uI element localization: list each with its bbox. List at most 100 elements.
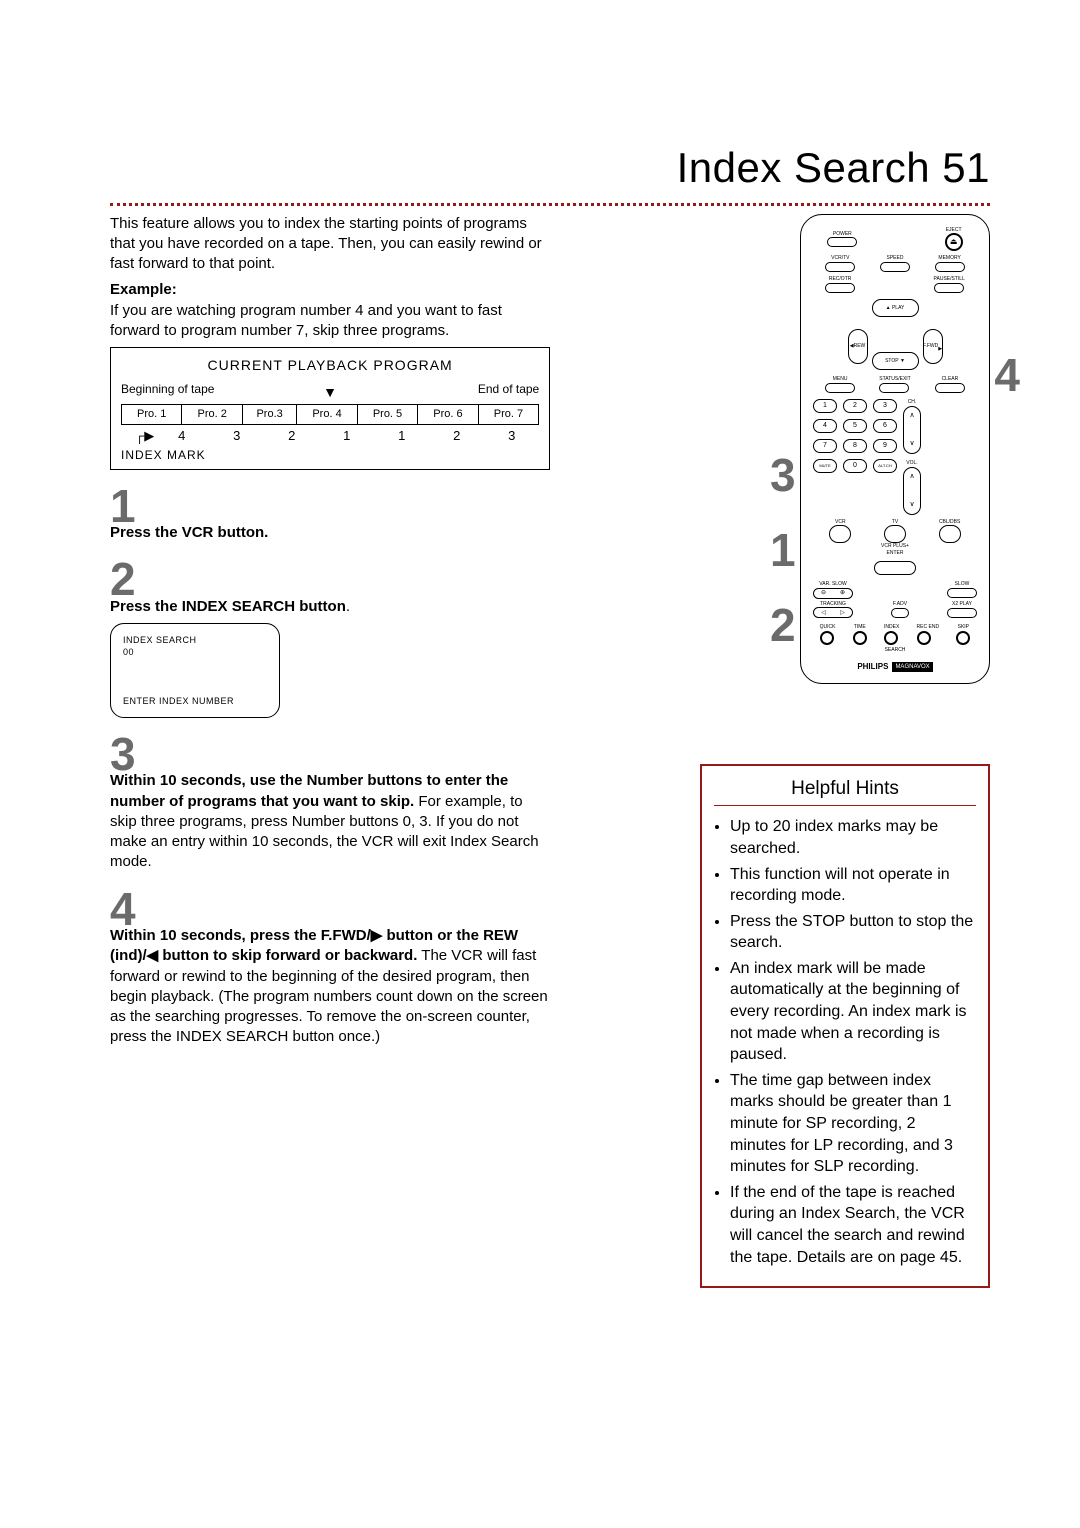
x2play-button[interactable] [947, 608, 977, 618]
slow-label: SLOW [947, 581, 977, 588]
callout-4: 4 [994, 344, 1020, 406]
hints-title: Helpful Hints [714, 772, 976, 807]
stop-label: STOP [885, 358, 899, 365]
tv-screen: INDEX SEARCH 00 ENTER INDEX NUMBER [110, 623, 280, 718]
num-3[interactable]: 3 [873, 399, 897, 413]
fadv-button[interactable] [891, 608, 909, 618]
speed-button[interactable] [880, 262, 910, 272]
prog-cell: Pro.3 [242, 405, 296, 425]
vcrplus-label: VCR PLUS+ ENTER [874, 543, 916, 557]
hint-item: The time gap between index marks should … [730, 1070, 980, 1178]
vol-rocker[interactable]: ∧∨ [903, 467, 921, 515]
prog-cell: Pro. 1 [122, 405, 182, 425]
power-label: POWER [827, 231, 857, 238]
clear-button[interactable] [935, 383, 965, 393]
ffwd-label: F.FWD [923, 343, 938, 350]
vcrtv-button[interactable] [825, 262, 855, 272]
pausestill-label: PAUSE/STILL [934, 276, 965, 283]
num-4[interactable]: 4 [813, 419, 837, 433]
num-0[interactable]: 0 [843, 459, 867, 473]
eject-label: EJECT [945, 227, 963, 234]
num-5[interactable]: 5 [843, 419, 867, 433]
quick-button[interactable] [820, 631, 834, 645]
hint-item: Press the STOP button to stop the search… [730, 911, 980, 954]
brand-philips: PHILIPS [857, 662, 888, 673]
index-button[interactable] [884, 631, 898, 645]
play-button[interactable]: ▲ PLAY [872, 299, 919, 317]
mark: 1 [319, 427, 374, 445]
recotr-button[interactable] [825, 283, 855, 293]
altch-button[interactable]: ALT.CH [873, 459, 897, 473]
varslow-button[interactable]: ⊖⊕ [813, 588, 853, 599]
hints-list: Up to 20 index marks may be searched. Th… [702, 810, 988, 1286]
power-button[interactable] [827, 237, 857, 247]
num-8[interactable]: 8 [843, 439, 867, 453]
hint-item: An index mark will be made automatically… [730, 958, 980, 1066]
vcr-label: VCR [829, 519, 851, 526]
mark: 4 [154, 427, 209, 445]
slow-button[interactable] [947, 588, 977, 598]
num-6[interactable]: 6 [873, 419, 897, 433]
tape-begin: Beginning of tape [121, 381, 214, 397]
num-1[interactable]: 1 [813, 399, 837, 413]
vcr-button[interactable] [829, 525, 851, 543]
tv-button[interactable] [884, 525, 906, 543]
skip-label: SKIP [956, 624, 970, 631]
callout-3: 3 [770, 444, 796, 506]
prog-cell: Pro. 5 [357, 405, 417, 425]
index-mark-label: INDEX MARK [121, 447, 539, 463]
recend-button[interactable] [917, 631, 931, 645]
prog-cell: Pro. 2 [182, 405, 242, 425]
dpad: ▲ PLAY STOP ▼ ◀REW F.FWD▶ [848, 299, 943, 370]
clear-label: CLEAR [935, 376, 965, 383]
tv-line1: INDEX SEARCH [123, 634, 267, 646]
page-number: 51 [942, 144, 990, 191]
menu-button[interactable] [825, 383, 855, 393]
vcrplus-button[interactable] [874, 561, 916, 575]
prog-cell: Pro. 7 [478, 405, 539, 425]
fadv-label: F.ADV [891, 601, 909, 608]
time-button[interactable] [853, 631, 867, 645]
index-marks-row: ┌▶ 4 3 2 1 1 2 3 [121, 427, 539, 445]
intro-text: This feature allows you to index the sta… [110, 214, 550, 275]
ch-rocker[interactable]: ∧∨ [903, 406, 921, 454]
stop-button[interactable]: STOP ▼ [872, 352, 919, 370]
recend-label: REC END [917, 624, 940, 631]
rew-button[interactable]: ◀REW [848, 329, 868, 364]
tracking-button[interactable]: ◁▷ [813, 607, 853, 618]
example-label: Example: [110, 281, 177, 298]
statusexit-button[interactable] [879, 383, 909, 393]
quick-label: QUICK [820, 624, 836, 631]
mark: 3 [484, 427, 539, 445]
mute-button[interactable]: MUTE [813, 459, 837, 473]
hint-item: This function will not operate in record… [730, 864, 980, 907]
step-2-rest: . [346, 598, 350, 615]
mark: 3 [209, 427, 264, 445]
memory-label: MEMORY [935, 255, 965, 262]
play-label: PLAY [892, 305, 904, 312]
mark: 1 [374, 427, 429, 445]
cbldbs-label: CBL/DBS [939, 519, 961, 526]
skip-button[interactable] [956, 631, 970, 645]
step-4-number: 4 [110, 889, 550, 930]
eject-button[interactable]: ⏏ [945, 233, 963, 251]
step-2-bold: Press the INDEX SEARCH button [110, 598, 346, 615]
brand-magnavox: MAGNAVOX [892, 662, 932, 672]
varslow-label: VAR. SLOW [813, 581, 853, 588]
step-3-number: 3 [110, 734, 550, 775]
cbldbs-button[interactable] [939, 525, 961, 543]
num-2[interactable]: 2 [843, 399, 867, 413]
vcrtv-label: VCR/TV [825, 255, 855, 262]
num-7[interactable]: 7 [813, 439, 837, 453]
num-9[interactable]: 9 [873, 439, 897, 453]
remote-illustration: 4 3 1 2 POWER EJECT⏏ VCR/TV SPEED MEMORY… [800, 214, 990, 684]
program-table: Pro. 1 Pro. 2 Pro.3 Pro. 4 Pro. 5 Pro. 6… [121, 404, 539, 425]
ffwd-button[interactable]: F.FWD▶ [923, 329, 943, 364]
memory-button[interactable] [935, 262, 965, 272]
time-label: TIME [853, 624, 867, 631]
pausestill-button[interactable] [934, 283, 964, 293]
x2play-label: X2 PLAY [947, 601, 977, 608]
title-text: Index Search [677, 144, 931, 191]
page-title: Index Search 51 [110, 140, 990, 197]
ch-label: CH. [903, 399, 921, 406]
